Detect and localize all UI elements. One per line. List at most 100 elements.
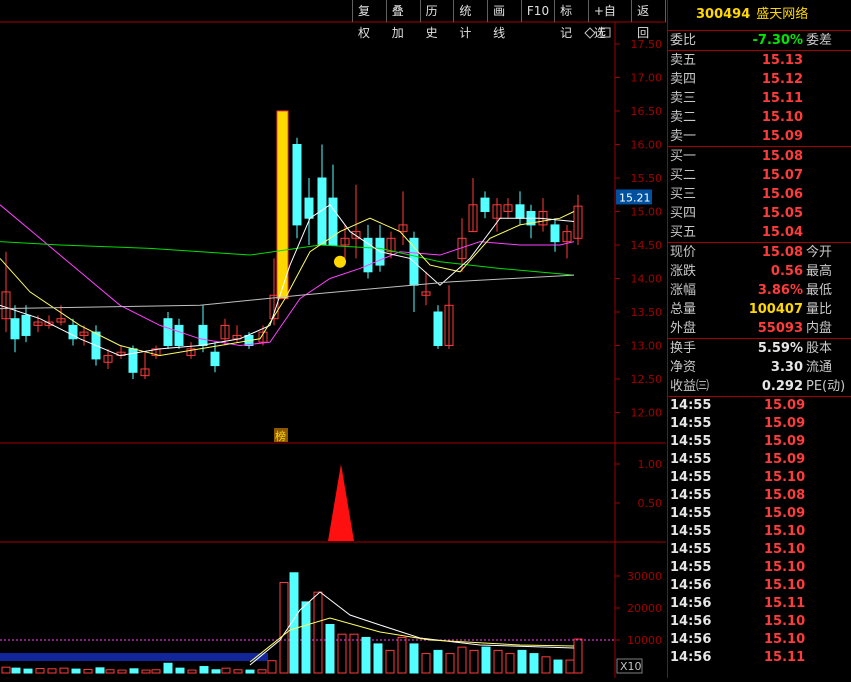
candle-body xyxy=(174,324,184,346)
tick-time: 14:55 xyxy=(670,452,712,467)
trade-tick-row: 14:55 15.10 xyxy=(668,469,851,487)
order-book: 委比 -7.30% 委差 卖五 15.13 卖四 15.12 卖三 15.11 卖二 15.10 卖一… xyxy=(668,30,851,242)
kline-chart[interactable]: 17.5017.0016.5016.0015.5015.0014.5014.00… xyxy=(0,0,666,678)
tick-price: 15.10 xyxy=(764,470,806,485)
toolbar-button[interactable]: +自选 xyxy=(589,0,633,40)
tick-time: 14:55 xyxy=(670,398,712,413)
row-label: 买三 xyxy=(670,187,697,202)
volume-bar xyxy=(421,653,431,674)
stock-name: 盛天网络 xyxy=(756,7,809,22)
toolbar-button[interactable]: 历史 xyxy=(421,0,455,40)
stock-title: 300494 盛天网络 xyxy=(668,0,851,30)
volume-bar xyxy=(481,646,491,674)
toolbar-button[interactable]: 画线 xyxy=(488,0,522,40)
price-axis-label: 13.00 xyxy=(631,340,663,353)
row-extra-label: 最低 xyxy=(806,283,833,298)
candle-body xyxy=(21,314,31,336)
indicator-axis-label: 0.50 xyxy=(638,497,663,510)
indicator-signal-triangle xyxy=(328,464,354,541)
tick-time: 14:55 xyxy=(670,542,712,557)
row-label: 涨跌 xyxy=(670,264,697,279)
volume-bar xyxy=(233,669,243,674)
volume-bar xyxy=(199,666,209,674)
row-extra-label: 流通 xyxy=(806,360,833,375)
kline-chart-area[interactable]: 17.50 17.00 16.50 16.00 15.50 15.00 14.50 14.00… xyxy=(0,0,666,678)
row-extra-label: 股本 xyxy=(806,341,833,356)
volume-bar xyxy=(1,666,11,674)
tick-time: 14:56 xyxy=(670,650,712,665)
tick-time: 14:55 xyxy=(670,470,712,485)
row-label: 涨幅 xyxy=(670,283,697,298)
volume-bar xyxy=(409,643,419,674)
volume-bar xyxy=(35,667,45,674)
tick-price: 15.10 xyxy=(764,524,806,539)
toolbar-button[interactable]: 返回 xyxy=(632,0,666,40)
toolbar-button[interactable]: 复权 xyxy=(352,0,387,40)
volume-bar xyxy=(245,669,255,674)
volume-bar xyxy=(313,591,323,674)
row-label: 卖一 xyxy=(670,129,697,144)
quote-row: 卖一 15.09 xyxy=(668,127,851,146)
volume-bar xyxy=(95,667,105,674)
price-axis-label: 16.50 xyxy=(631,105,663,118)
row-label: 收益㈢ xyxy=(670,379,710,394)
volume-bar xyxy=(23,668,33,674)
volume-bar xyxy=(175,667,185,674)
quote-row: 外盘 55093 内盘 xyxy=(668,319,851,338)
volume-bar xyxy=(373,643,383,674)
volume-bar xyxy=(517,649,527,674)
toolbar-button[interactable]: F10 xyxy=(522,0,556,22)
row-extra-label: 量比 xyxy=(806,302,833,317)
volume-bar xyxy=(211,669,221,674)
volume-bar xyxy=(433,649,443,674)
volume-axis-label: 10000 xyxy=(627,634,662,647)
rank-marker-text: 榜 xyxy=(275,429,286,443)
row-value: 3.86% xyxy=(757,283,803,298)
row-value: 55093 xyxy=(757,321,803,336)
quote-summary: 现价 15.08 今开 涨跌 0.56 最高 涨幅 3.86% 最低 总量 100407 量比 外盘 55… xyxy=(668,242,851,338)
tick-price: 15.09 xyxy=(764,434,806,449)
volume-bar xyxy=(47,668,57,674)
volume-bar xyxy=(301,601,311,674)
row-extra-label: 最高 xyxy=(806,264,833,279)
toolbar-button[interactable]: 统计 xyxy=(454,0,489,40)
tick-time: 14:55 xyxy=(670,506,712,521)
tick-price: 15.10 xyxy=(764,614,806,629)
row-extra-label: 内盘 xyxy=(806,321,833,336)
row-value: 15.05 xyxy=(761,206,803,221)
tick-price: 15.11 xyxy=(764,650,806,665)
toolbar-button[interactable]: 标记 xyxy=(555,0,589,40)
tick-price: 15.11 xyxy=(764,596,806,611)
candle-body xyxy=(550,224,560,243)
trade-ticks: 14:55 15.09 14:55 15.09 14:55 15.09 14:55 15.09… xyxy=(668,396,851,667)
tick-time: 14:55 xyxy=(670,434,712,449)
row-value: 0.56 xyxy=(770,264,803,279)
tick-time: 14:56 xyxy=(670,578,712,593)
row-extra-label: 今开 xyxy=(806,245,833,260)
row-value: 0.292 xyxy=(761,379,803,394)
row-label: 卖二 xyxy=(670,110,697,125)
trade-tick-row: 14:56 15.10 xyxy=(668,577,851,595)
volume-bar xyxy=(151,669,161,674)
row-value: 15.04 xyxy=(761,225,803,240)
tick-price: 15.10 xyxy=(764,632,806,647)
quote-row: 涨幅 3.86% 最低 xyxy=(668,281,851,300)
row-label: 现价 xyxy=(670,245,697,260)
price-axis-label: 15.50 xyxy=(631,172,663,185)
volume-base-band xyxy=(0,653,268,661)
row-label: 换手 xyxy=(670,341,697,356)
volume-bar xyxy=(457,646,467,674)
candle-body xyxy=(304,197,314,219)
row-label: 买一 xyxy=(670,149,697,164)
quote-row: 买五 15.04 xyxy=(668,223,851,242)
trade-tick-row: 14:56 15.11 xyxy=(668,649,851,667)
toolbar-button[interactable]: 叠加 xyxy=(387,0,421,40)
price-axis-label: 13.50 xyxy=(631,306,663,319)
tick-price: 15.09 xyxy=(764,452,806,467)
current-price-text: 15.21 xyxy=(619,191,651,204)
candle-body xyxy=(433,311,443,346)
trade-tick-row: 14:55 15.10 xyxy=(668,523,851,541)
volume-bar xyxy=(163,662,173,674)
row-value: 15.13 xyxy=(761,53,803,68)
row-extra-label: PE(动) xyxy=(806,379,846,394)
